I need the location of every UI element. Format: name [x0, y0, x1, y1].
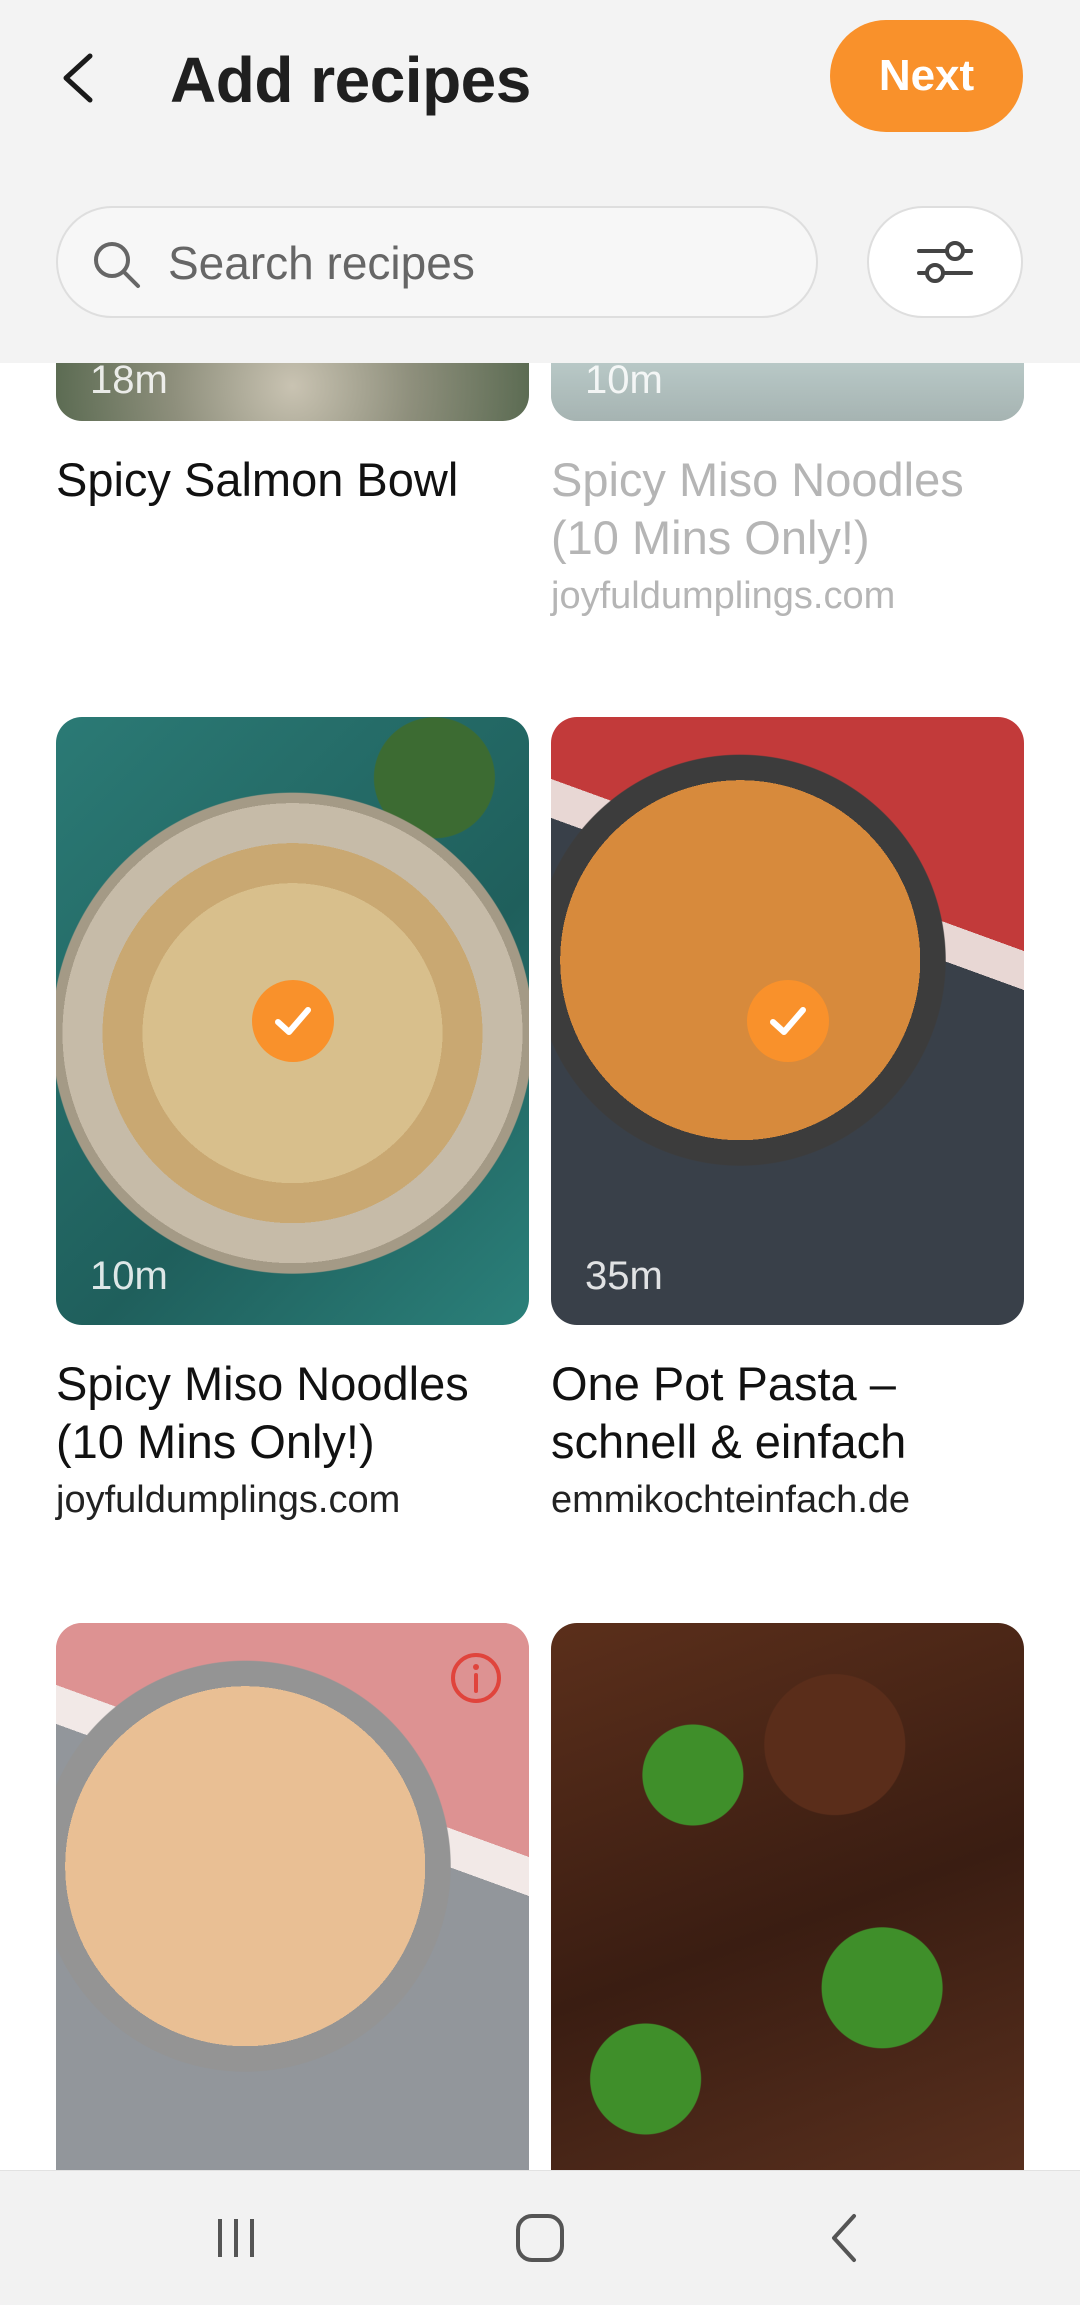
recipe-image: 10m [56, 717, 529, 1325]
search-bar[interactable] [56, 206, 818, 318]
nav-recents-button[interactable] [196, 2203, 276, 2273]
selected-check[interactable] [746, 980, 829, 1062]
recipe-card[interactable]: 18m Spicy Salmon Bowl [56, 363, 529, 509]
page-title: Add recipes [170, 44, 531, 116]
recipe-image [551, 1623, 1024, 2170]
back-arrow-icon [63, 53, 93, 103]
nav-back-icon [832, 2214, 856, 2262]
recipe-duration: 10m [585, 363, 663, 402]
recipe-card[interactable] [56, 1623, 529, 2170]
recipe-card[interactable] [551, 1623, 1024, 2170]
recipe-grid: 18m Spicy Salmon Bowl 10m Spicy Miso Noo… [0, 363, 1080, 2170]
recipe-image: 10m [551, 363, 1024, 421]
back-button[interactable] [48, 38, 108, 118]
recipe-duration: 18m [90, 363, 168, 402]
home-icon [516, 2214, 564, 2262]
recipe-title: Spicy Salmon Bowl [56, 453, 459, 506]
recents-icon [218, 2219, 254, 2257]
recipe-duration: 35m [585, 1254, 663, 1298]
system-nav-bar [0, 2170, 1080, 2305]
filter-sliders-icon [917, 241, 973, 283]
check-icon [274, 1007, 311, 1035]
recipe-title: Spicy Miso Noodles (10 Mins Only!) [551, 453, 964, 564]
search-input[interactable] [166, 208, 790, 318]
recipe-source: emmikochteinfach.de [551, 1479, 911, 1521]
nav-home-button[interactable] [500, 2203, 580, 2273]
recipe-image: 35m [551, 717, 1024, 1325]
check-icon [769, 1007, 806, 1035]
filter-button[interactable] [867, 206, 1023, 318]
recipe-card[interactable]: 10m Spicy Miso Noodles (10 Mins Only!) j… [551, 363, 1024, 618]
nav-back-button[interactable] [804, 2203, 884, 2273]
recipe-source: joyfuldumplings.com [551, 575, 896, 617]
next-button[interactable]: Next [830, 20, 1023, 132]
recipe-card[interactable]: 35m One Pot Pasta – schnell & einfach em… [551, 717, 1024, 1522]
recipe-title: Spicy Miso Noodles (10 Mins Only!) [56, 1357, 469, 1468]
recipe-image: 18m [56, 363, 529, 421]
app-header: Add recipes Next [0, 0, 1080, 363]
disabled-overlay [56, 1623, 529, 2170]
recipe-image [56, 1623, 529, 2170]
recipe-duration: 10m [90, 1254, 168, 1298]
selected-check[interactable] [251, 980, 334, 1062]
info-icon[interactable] [449, 1651, 503, 1705]
recipe-title: One Pot Pasta – schnell & einfach [551, 1357, 907, 1468]
recipe-card[interactable]: 10m Spicy Miso Noodles (10 Mins Only!) j… [56, 717, 529, 1522]
recipe-source: joyfuldumplings.com [56, 1479, 401, 1521]
search-icon [94, 242, 140, 288]
